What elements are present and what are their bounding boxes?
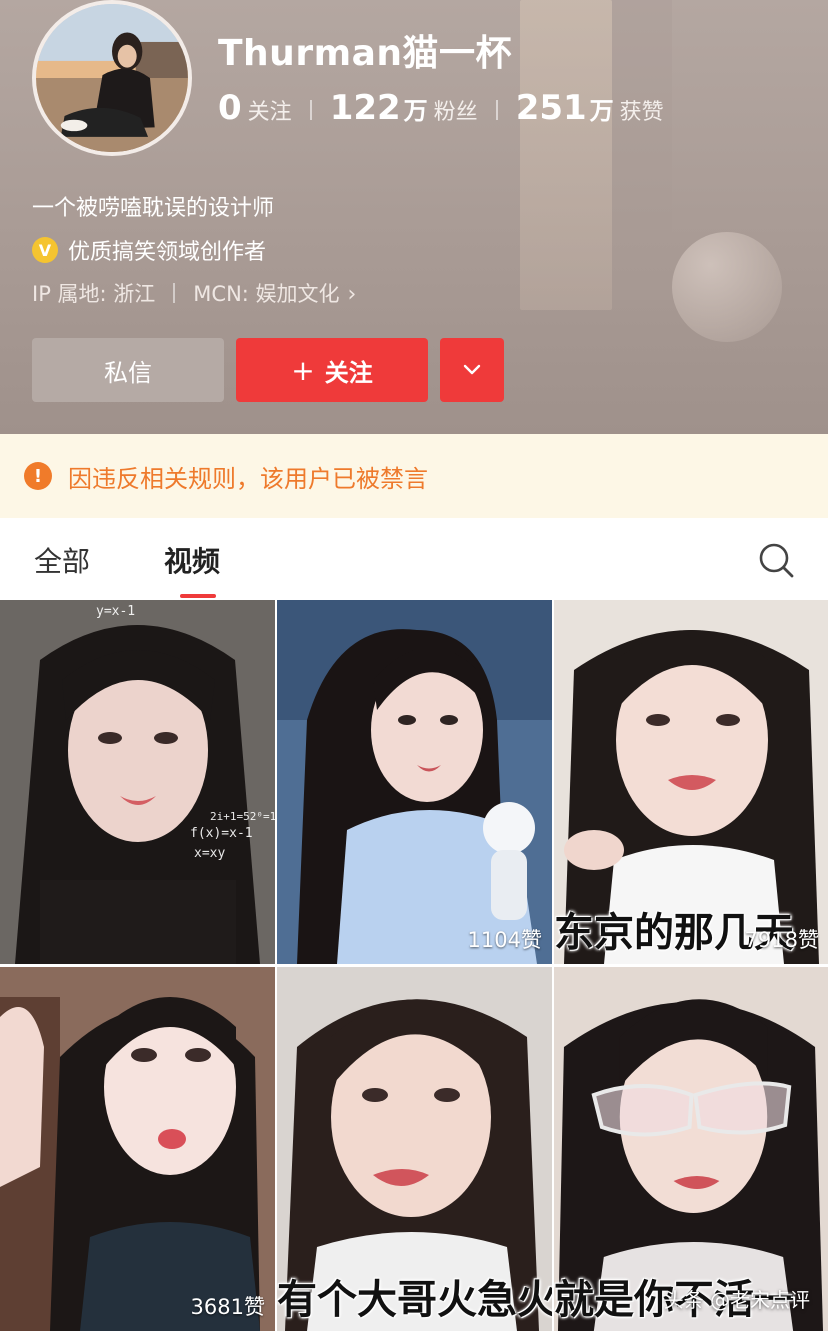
v-badge-icon: V [32,237,58,263]
video-thumbnail[interactable]: 东京的那几天 7918赞 [554,600,828,964]
active-tab-indicator [180,594,216,598]
followers-unit: 万 [403,97,428,125]
followers-count[interactable]: 122 [330,88,401,128]
background-decor [520,0,612,310]
video-thumbnail[interactable]: 3681赞 [0,967,275,1331]
video-likes: 7918赞 [744,928,819,952]
plus-icon: + [291,353,315,387]
chevron-right-icon: › [347,282,357,307]
profile-meta: IP 属地: 浙江 MCN: 娱加文化 › [32,278,356,308]
profile-page: Thurman猫一杯 0 关注 122 万 粉丝 251 万 获赞 一个被唠嗑耽… [0,0,828,1331]
follow-button[interactable]: + 关注 [236,338,428,402]
video-thumbnail[interactable]: 1104赞 [277,600,552,964]
chevron-down-icon [463,364,481,375]
mcn-link[interactable]: MCN: 娱加文化 › [193,278,356,308]
ban-notice: ! 因违反相关规则，该用户已被禁言 [0,434,828,518]
video-caption: 有个大哥火急火燎 [277,1277,552,1323]
video-thumbnail[interactable]: y=x-1 f(x)=x-1 2i+1=52⁰=1 x=xy [0,600,275,964]
formula-overlay-text: f(x)=x-1 [190,826,253,841]
tab-all[interactable]: 全部 [34,540,90,580]
notice-text: 因违反相关规则，该用户已被禁言 [68,464,428,493]
likes-count[interactable]: 251 [516,88,587,128]
creator-certification: V 优质搞笑领域创作者 [32,234,266,266]
bio: 一个被唠嗑耽误的设计师 [32,196,275,221]
follow-button-label: 关注 [324,358,373,387]
message-button-label: 私信 [104,358,152,387]
warning-icon: ! [24,462,52,490]
more-options-button[interactable] [440,338,504,402]
video-thumbnail[interactable]: 就是你不活一 [554,967,828,1331]
likes-unit: 万 [589,97,614,125]
search-icon[interactable] [756,540,796,580]
following-label[interactable]: 关注 [248,94,292,126]
divider [173,283,176,303]
ip-location: IP 属地: 浙江 [32,282,156,306]
divider [495,100,498,120]
divider [309,100,312,120]
tab-videos[interactable]: 视频 [164,540,220,580]
formula-overlay-text: x=xy [194,846,226,861]
certification-text: 优质搞笑领域创作者 [68,240,267,265]
message-button[interactable]: 私信 [32,338,224,402]
formula-overlay-text: 2i+1=52⁰=1 [210,810,275,823]
likes-label[interactable]: 获赞 [620,94,664,126]
content-tabs: 全部 视频 [0,518,828,600]
video-grid: y=x-1 f(x)=x-1 2i+1=52⁰=1 x=xy 1104赞 东京的… [0,600,828,1331]
video-likes: 3681赞 [190,1295,265,1319]
watermark: 头条 @老宋点评 [663,1288,810,1312]
profile-header: Thurman猫一杯 0 关注 122 万 粉丝 251 万 获赞 一个被唠嗑耽… [0,0,828,434]
background-decor [672,232,782,342]
avatar[interactable] [32,0,192,156]
video-likes: 1104赞 [467,928,542,952]
username: Thurman猫一杯 [218,33,513,74]
profile-stats: 0 关注 122 万 粉丝 251 万 获赞 [218,88,664,132]
video-thumbnail[interactable]: 有个大哥火急火燎 [277,967,552,1331]
background-decor [612,0,672,300]
following-count[interactable]: 0 [218,88,242,128]
formula-overlay-text: y=x-1 [96,604,136,619]
mcn-label: MCN: 娱加文化 [193,282,340,306]
followers-label[interactable]: 粉丝 [434,94,478,126]
